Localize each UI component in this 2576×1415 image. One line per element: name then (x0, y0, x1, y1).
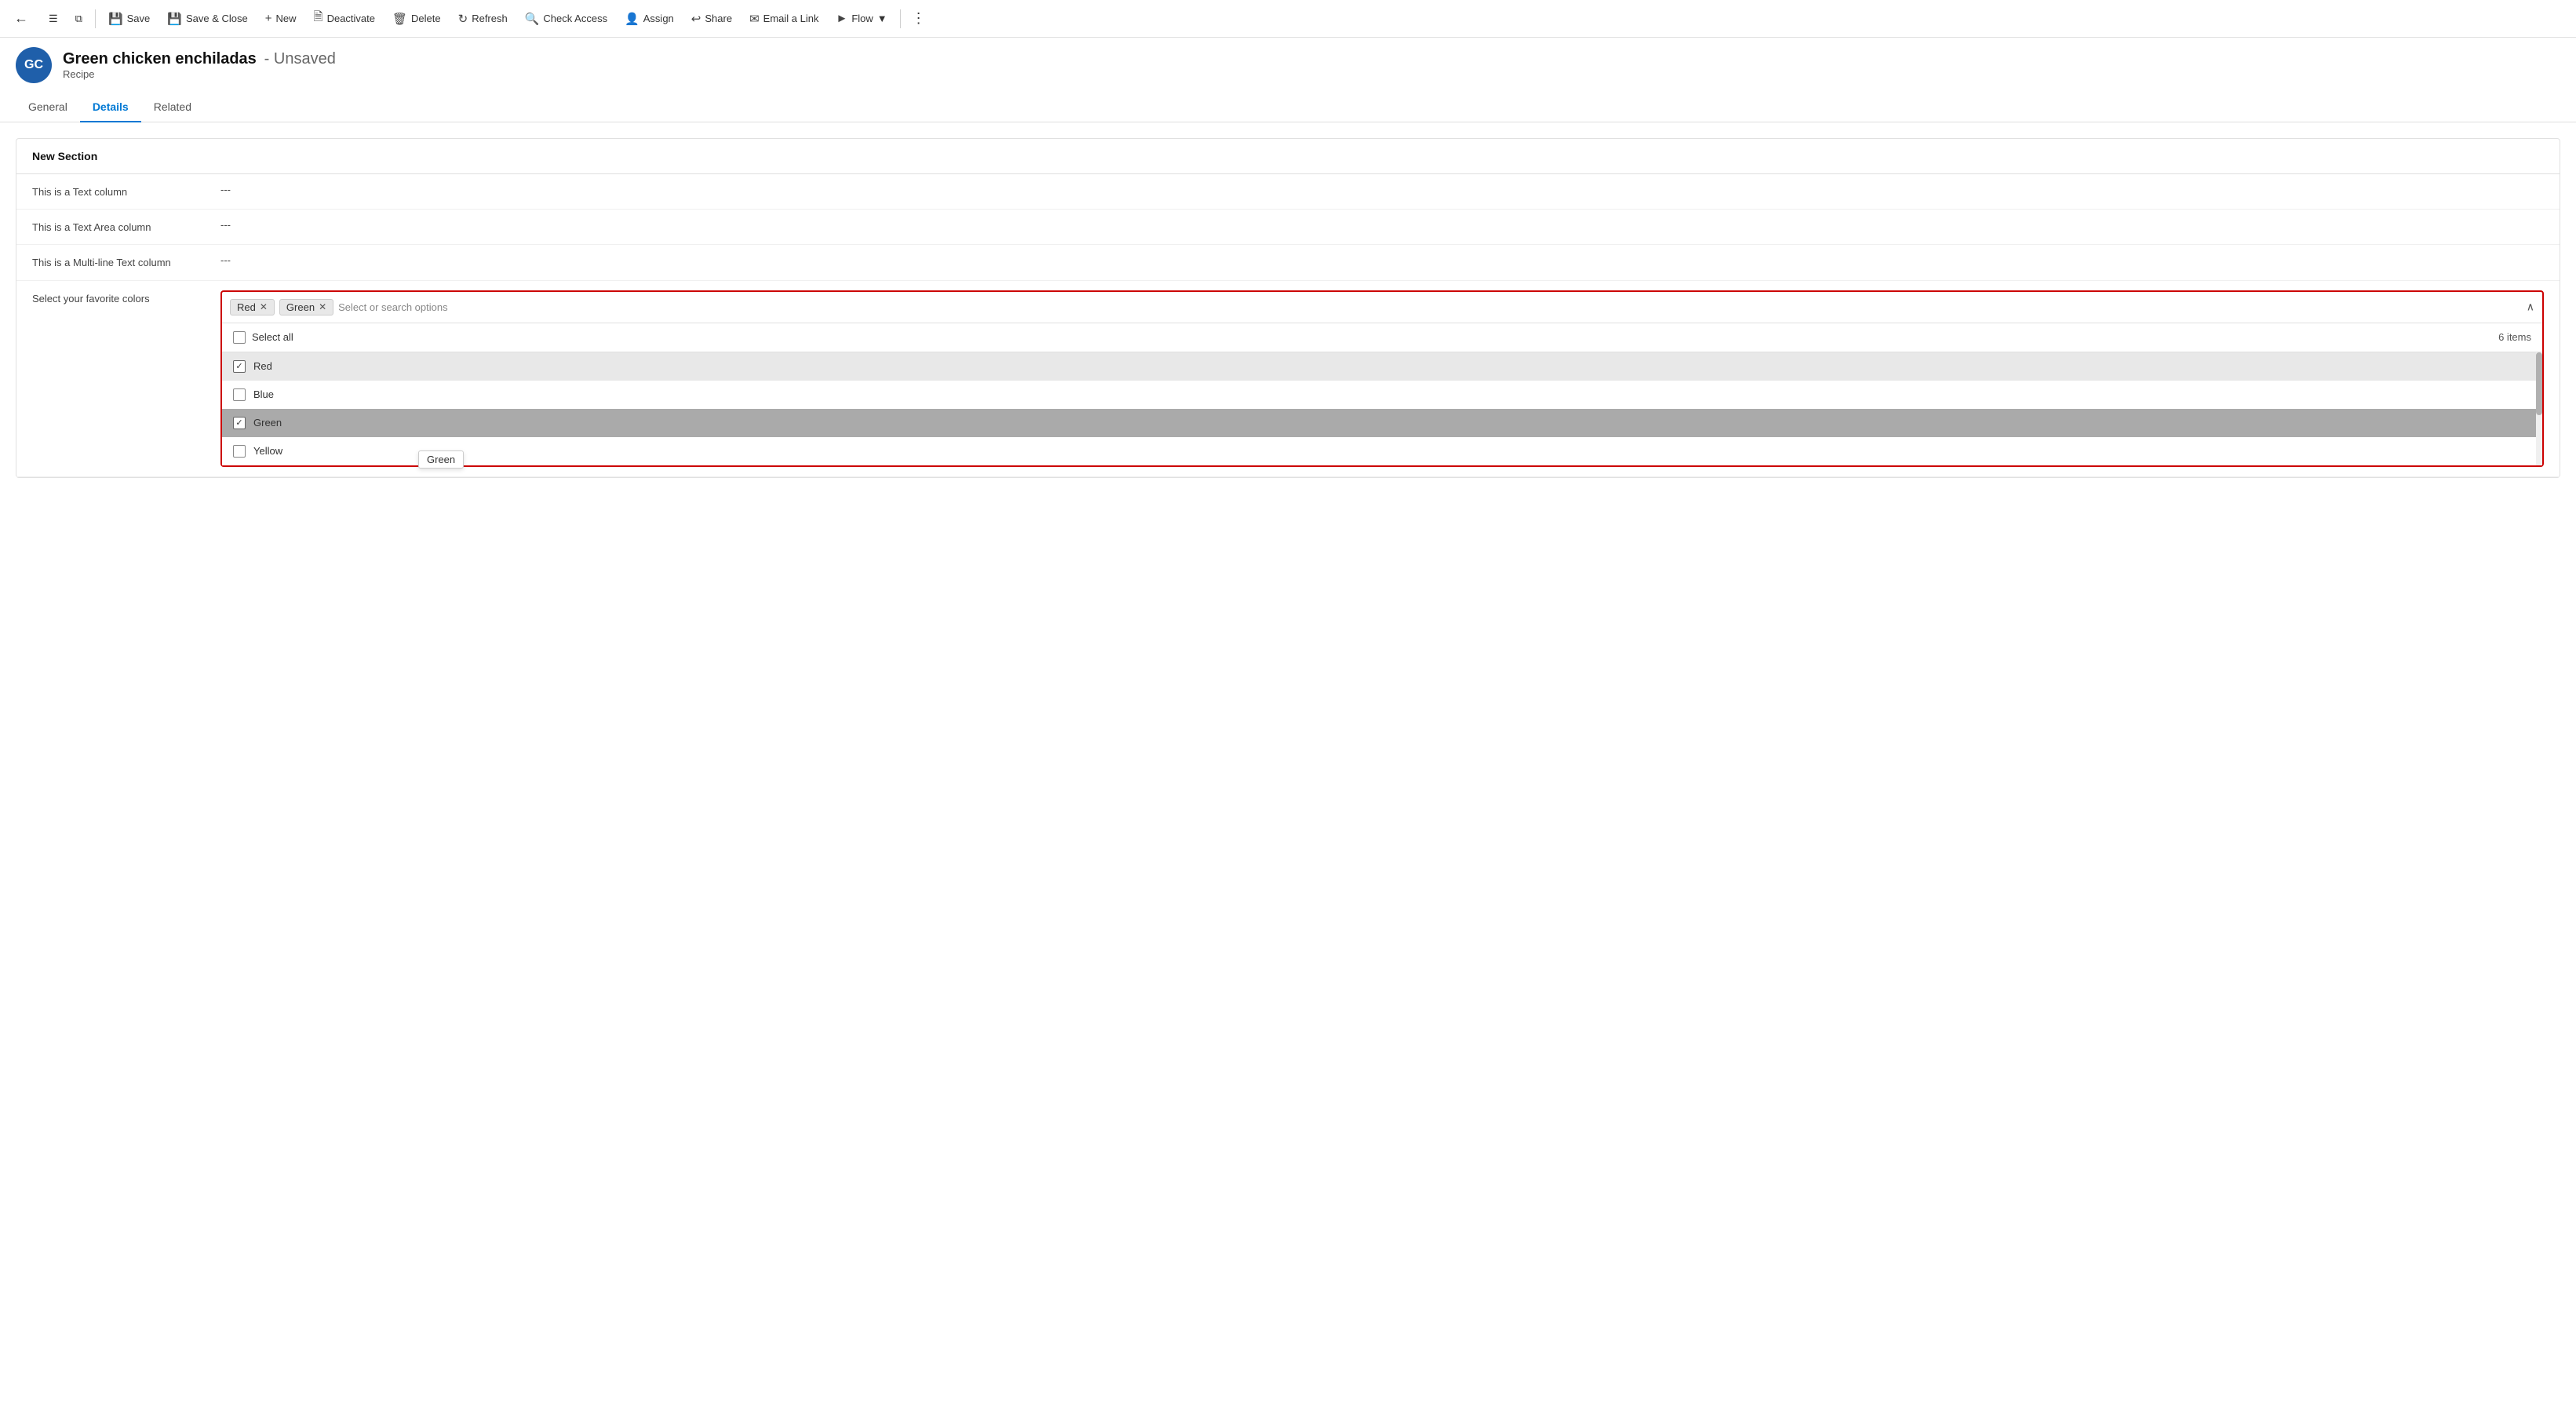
dropdown-scroll-area: ✓ Red Blue ✓ (222, 352, 2542, 465)
save-close-button[interactable]: 💾 Save & Close (159, 7, 255, 31)
colors-dropdown-container: Red ✕ Green ✕ Select or search options ∧ (220, 290, 2544, 467)
checkbox-red: ✓ (233, 360, 246, 373)
option-red[interactable]: ✓ Red (222, 352, 2542, 381)
items-count: 6 items (2498, 331, 2531, 343)
toolbar: ← ☰ ⧉ 💾 Save 💾 Save & Close + New 🗎 Deac… (0, 0, 2576, 38)
main-content: New Section This is a Text column --- Th… (0, 122, 2576, 494)
deactivate-button[interactable]: 🗎 Deactivate (306, 4, 383, 33)
popout-button[interactable]: ⧉ (67, 8, 90, 30)
checkbox-yellow (233, 445, 246, 458)
check-access-button[interactable]: 🔍 Check Access (517, 7, 615, 31)
green-tooltip: Green (418, 450, 464, 469)
flow-icon: ► (836, 12, 847, 25)
check-green: ✓ (235, 418, 242, 428)
check-red: ✓ (235, 361, 242, 371)
assign-icon: 👤 (625, 12, 639, 26)
popout-icon: ⧉ (75, 13, 82, 25)
option-green[interactable]: ✓ Green (222, 409, 2542, 437)
tag-green-remove[interactable]: ✕ (319, 301, 326, 312)
field-row-multiline-col: This is a Multi-line Text column --- (16, 245, 2560, 280)
field-label-text-area-col: This is a Text Area column (32, 219, 205, 235)
save-close-icon: 💾 (167, 12, 182, 26)
record-type: Recipe (63, 68, 336, 80)
option-blue[interactable]: Blue (222, 381, 2542, 409)
field-value-text-col: --- (220, 184, 231, 195)
colors-dropdown-list: Select all 6 items ✓ Red (222, 323, 2542, 465)
back-button[interactable]: ← (6, 5, 36, 31)
email-link-icon: ✉ (749, 12, 760, 26)
tag-red-remove[interactable]: ✕ (260, 301, 268, 312)
delete-button[interactable]: 🗑 Delete (384, 7, 449, 31)
more-icon: ⋮ (912, 10, 926, 27)
field-row-text-col: This is a Text column --- (16, 174, 2560, 210)
dropdown-header: Select all 6 items (222, 323, 2542, 352)
more-options-button[interactable]: ⋮ (905, 5, 932, 31)
option-yellow[interactable]: Yellow Green (222, 437, 2542, 465)
colors-search-placeholder: Select or search options (338, 301, 2511, 313)
record-header: GC Green chicken enchiladas - Unsaved Re… (0, 38, 2576, 93)
tag-green: Green ✕ (279, 299, 333, 315)
avatar: GC (16, 47, 52, 83)
colors-input-area[interactable]: Red ✕ Green ✕ Select or search options ∧ (222, 292, 2542, 323)
refresh-icon: ↻ (458, 12, 468, 26)
flow-button[interactable]: ► Flow ▼ (828, 7, 894, 30)
header-title-row: Green chicken enchiladas - Unsaved (63, 50, 336, 68)
new-icon: + (265, 12, 272, 25)
assign-button[interactable]: 👤 Assign (617, 7, 682, 31)
deactivate-icon: 🗎 (314, 9, 323, 28)
field-row-text-area-col: This is a Text Area column --- (16, 210, 2560, 245)
record-icon: ☰ (49, 13, 58, 25)
toolbar-separator-2 (900, 9, 901, 28)
flow-dropdown-icon: ▼ (877, 13, 887, 24)
tab-related[interactable]: Related (141, 93, 204, 122)
scrollbar-thumb[interactable] (2536, 352, 2542, 415)
section-title: New Section (16, 139, 2560, 174)
tag-red: Red ✕ (230, 299, 275, 315)
unsaved-label: - Unsaved (264, 50, 336, 67)
checkbox-blue (233, 388, 246, 401)
toolbar-separator-1 (95, 9, 96, 28)
tab-details[interactable]: Details (80, 93, 141, 122)
scrollbar-track (2536, 352, 2542, 465)
record-title: Green chicken enchiladas (63, 50, 257, 67)
dropdown-chevron-icon[interactable]: ∧ (2527, 301, 2534, 314)
record-view-button[interactable]: ☰ (41, 8, 66, 30)
select-all-row[interactable]: Select all (233, 331, 293, 344)
save-button[interactable]: 💾 Save (100, 7, 158, 31)
share-button[interactable]: ↩ Share (683, 7, 740, 31)
new-button[interactable]: + New (257, 7, 304, 30)
field-row-colors: Select your favorite colors Red ✕ Green … (16, 281, 2560, 477)
tab-bar: General Details Related (0, 93, 2576, 122)
tab-general[interactable]: General (16, 93, 80, 122)
select-all-checkbox[interactable] (233, 331, 246, 344)
section-card: New Section This is a Text column --- Th… (16, 138, 2560, 478)
header-info: Green chicken enchiladas - Unsaved Recip… (63, 50, 336, 80)
share-icon: ↩ (691, 12, 701, 26)
email-link-button[interactable]: ✉ Email a Link (741, 7, 826, 31)
checkbox-green: ✓ (233, 417, 246, 429)
field-value-multiline-col: --- (220, 254, 231, 266)
field-value-text-area-col: --- (220, 219, 231, 231)
field-label-colors: Select your favorite colors (32, 290, 205, 306)
save-icon: 💾 (108, 12, 123, 26)
field-label-text-col: This is a Text column (32, 184, 205, 199)
check-access-icon: 🔍 (525, 12, 540, 26)
delete-icon: 🗑 (392, 12, 407, 26)
refresh-button[interactable]: ↻ Refresh (450, 7, 516, 31)
field-label-multiline-col: This is a Multi-line Text column (32, 254, 205, 270)
